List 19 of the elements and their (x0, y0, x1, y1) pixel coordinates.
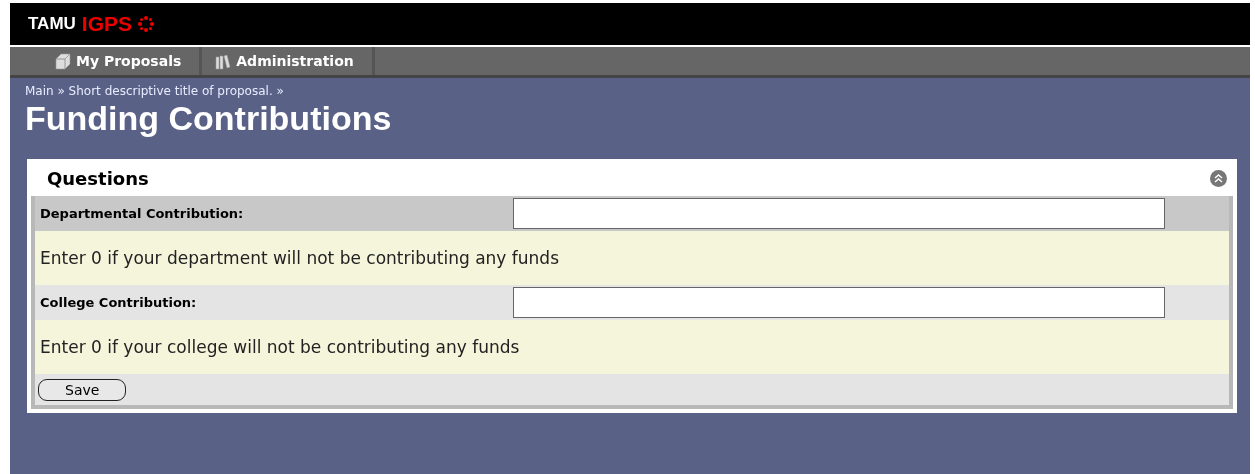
input-field[interactable] (513, 198, 1165, 230)
page-title: Funding Contributions (25, 100, 393, 138)
help-text: Enter 0 if your college will not be contributing any funds (35, 320, 1229, 375)
collapse-button[interactable] (1210, 170, 1227, 188)
help-text: Enter 0 if your department will not be contributing any funds (35, 231, 1229, 286)
save-button[interactable]: Save (38, 378, 127, 401)
logo-text: IGPS (81, 11, 133, 38)
nav-tab[interactable]: Administration (202, 47, 375, 75)
panel-title: Questions (47, 167, 149, 192)
nav-tab[interactable]: My Proposals (42, 47, 203, 75)
breadcrumb: Main » Short descriptive title of proposal. » (25, 83, 285, 100)
logo-icon (138, 16, 155, 32)
logo-text: TAMU (28, 13, 76, 36)
double-chevron-up-icon (1213, 173, 1224, 185)
field-label: Departmental Contribution: (40, 205, 245, 224)
input-field[interactable] (513, 287, 1165, 319)
books-icon (214, 52, 233, 70)
field-label: College Contribution: (40, 294, 198, 313)
folder-icon (54, 52, 72, 70)
